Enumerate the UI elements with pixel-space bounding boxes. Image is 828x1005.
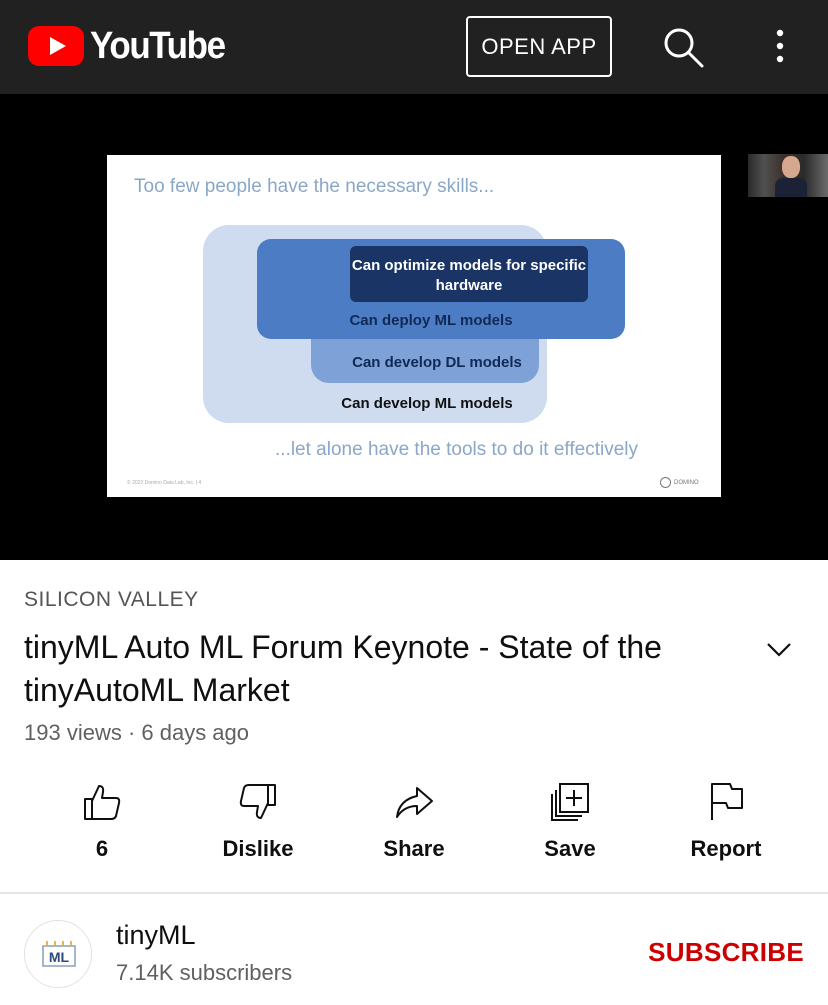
slide-label-ml: Can develop ML models bbox=[341, 395, 513, 412]
save-playlist-icon bbox=[551, 783, 589, 821]
channel-name[interactable]: tinyML bbox=[116, 920, 196, 951]
video-title[interactable]: tinyML Auto ML Forum Keynote - State of … bbox=[24, 626, 754, 712]
dislike-button[interactable]: Dislike bbox=[180, 780, 336, 872]
section-divider bbox=[0, 892, 828, 894]
search-icon[interactable] bbox=[660, 24, 706, 70]
thumbs-up-icon bbox=[84, 785, 121, 820]
slide-label-deploy: Can deploy ML models bbox=[349, 312, 513, 329]
report-button[interactable]: Report bbox=[648, 780, 804, 872]
save-label: Save bbox=[544, 836, 596, 861]
channel-tag[interactable]: SILICON VALLEY bbox=[24, 588, 199, 612]
top-app-bar: YouTube OPEN APP bbox=[0, 0, 828, 94]
slide-copyright: © 2022 Domino Data Lab, Inc. | 4 bbox=[127, 480, 202, 486]
share-icon bbox=[396, 787, 433, 818]
flag-icon bbox=[711, 783, 743, 820]
open-app-button[interactable]: OPEN APP bbox=[466, 16, 612, 77]
domino-logo-icon bbox=[660, 477, 671, 488]
speaker-body bbox=[775, 178, 807, 197]
more-vert-icon[interactable] bbox=[762, 24, 798, 70]
like-button[interactable]: 6 bbox=[24, 780, 180, 872]
share-button[interactable]: Share bbox=[336, 780, 492, 872]
channel-avatar[interactable]: ML bbox=[24, 920, 92, 988]
report-label: Report bbox=[690, 836, 762, 861]
slide-title: Too few people have the necessary skills… bbox=[134, 176, 495, 197]
like-count: 6 bbox=[95, 836, 109, 861]
play-logo-icon bbox=[28, 26, 84, 66]
slide-brand-text: DOMINO bbox=[674, 479, 699, 486]
chevron-down-icon[interactable] bbox=[764, 637, 794, 661]
speaker-webcam bbox=[748, 154, 828, 197]
save-button[interactable]: Save bbox=[492, 780, 648, 872]
video-frame-slide: Too few people have the necessary skills… bbox=[107, 155, 721, 497]
slide-footer: ...let alone have the tools to do it eff… bbox=[275, 439, 638, 460]
share-label: Share bbox=[383, 836, 445, 861]
slide-label-dl: Can develop DL models bbox=[352, 354, 522, 371]
slide-label-optimize: Can optimize models for specific hardwar… bbox=[351, 257, 587, 294]
thumbs-down-icon bbox=[239, 784, 276, 819]
video-meta: 193 views · 6 days ago bbox=[24, 720, 250, 745]
avatar-logo-text: ML bbox=[49, 949, 70, 965]
dislike-label: Dislike bbox=[222, 836, 294, 861]
speaker-face bbox=[782, 156, 800, 178]
slide-brand: DOMINO bbox=[660, 477, 699, 488]
logo-text: YouTube bbox=[90, 24, 226, 67]
youtube-logo[interactable]: YouTube bbox=[28, 24, 236, 67]
subscribe-button[interactable]: SUBSCRIBE bbox=[640, 936, 804, 968]
video-player[interactable]: Too few people have the necessary skills… bbox=[0, 94, 828, 560]
subscriber-count: 7.14K subscribers bbox=[116, 960, 293, 985]
